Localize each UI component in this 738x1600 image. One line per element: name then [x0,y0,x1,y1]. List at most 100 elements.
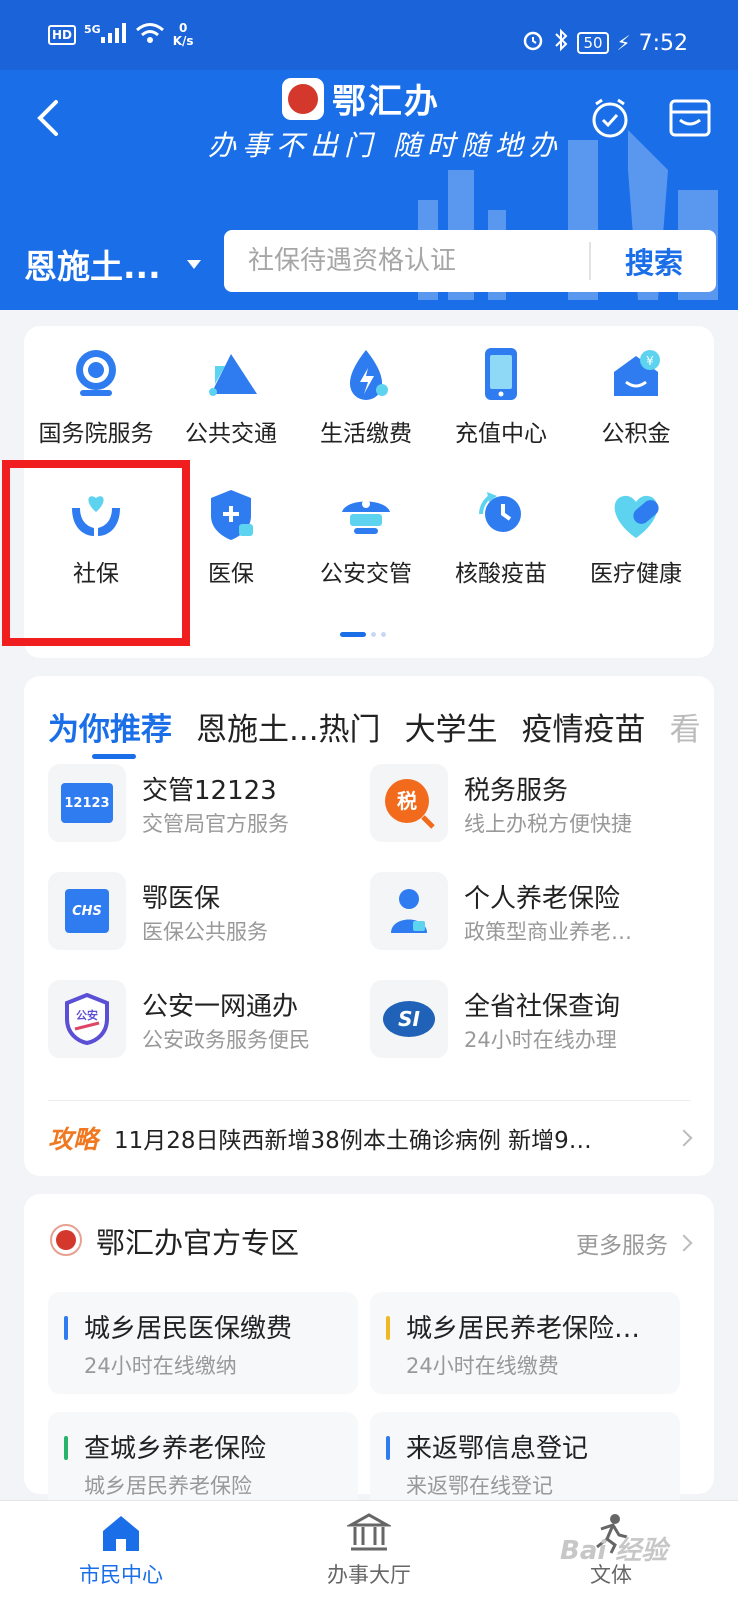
app-brand: 鄂汇办 [282,74,440,123]
tab-local-hot[interactable]: 恩施土...热门 [196,704,381,749]
recommend-tabs: 为你推荐 恩施土...热门 大学生 疫情疫苗 看 [48,704,708,749]
clock: 7:52 [638,30,688,56]
news-text: 11月28日陕西新增38例本土确诊病例 新增9… [114,1128,592,1154]
svg-text:¥: ¥ [646,354,654,368]
grid-item-transit[interactable]: 公共交通 [162,326,300,454]
divider [48,1100,690,1101]
tile-subtitle: 24小时在线缴纳 [84,1354,237,1378]
service-title: 税务服务 [464,776,569,806]
tab-epidemic[interactable]: 疫情疫苗 [522,704,646,749]
grid-item-label: 充值中心 [455,421,547,447]
search-button[interactable]: 搜索 [592,230,716,292]
chevron-right-icon [675,1234,693,1252]
jiaoguan-12123-icon: 12123 [48,764,126,842]
search-input[interactable] [248,230,568,292]
chevron-right-icon [675,1129,693,1147]
grid-item-label: 医疗健康 [590,561,682,587]
header: HD 5G 0 K/s 50 ⚡ 7:52 鄂汇办 办事不出门 随时随地办 恩施土… [0,0,738,310]
grid-item-label: 生活缴费 [320,421,412,447]
service-subtitle: 公安政务服务便民 [142,1028,310,1052]
police-shield-icon: 公安 [48,980,126,1058]
grid-item-label: 医保 [208,561,254,587]
tile-title: 城乡居民医保缴费 [84,1314,293,1344]
nav-service-hall[interactable]: 办事大厅 [294,1511,444,1589]
service-subtitle: 交管局官方服务 [142,812,289,836]
nav-citizen-center[interactable]: 市民中心 [46,1511,196,1589]
official-tile[interactable]: 城乡居民医保缴费 24小时在线缴纳 [48,1292,358,1394]
tile-accent [386,1316,390,1340]
hd-badge: HD [48,25,77,45]
service-tax[interactable]: 税 税务服务 线上办税方便快捷 [370,764,690,844]
service-police-online[interactable]: 公安 公安一网通办 公安政务服务便民 [48,980,368,1060]
grid-item-label: 核酸疫苗 [455,561,547,587]
tile-title: 城乡居民养老保险… [406,1314,641,1344]
service-title: 交管12123 [142,776,277,806]
police-traffic-icon [342,500,390,534]
tile-subtitle: 来返鄂在线登记 [406,1474,553,1498]
official-logo-icon [50,1224,82,1256]
grid-item-utility[interactable]: 生活缴费 [297,326,435,454]
nucleic-vaccine-icon [479,492,521,532]
alarm-icon [521,28,545,58]
service-title: 全省社保查询 [464,992,621,1022]
tab-more[interactable]: 看 [670,704,701,749]
service-jiaoguan[interactable]: 12123 交管12123 交管局官方服务 [48,764,368,844]
tab-for-you[interactable]: 为你推荐 [48,704,172,749]
battery-indicator: 50 [577,32,609,54]
svg-text:SI: SI [398,1007,420,1031]
page-indicator [340,632,386,637]
more-label: 更多服务 [576,1233,668,1259]
grid-item-nucleic-vaccine[interactable]: 核酸疫苗 [432,466,570,594]
signal-icon: 5G [84,23,127,47]
official-title: 鄂汇办官方专区 [96,1226,300,1260]
service-title: 个人养老保险 [464,884,621,914]
more-services-link[interactable]: 更多服务 [576,1226,693,1260]
svg-text:CHS: CHS [72,904,102,919]
grid-item-police-traffic[interactable]: 公安交管 [297,466,435,594]
grid-item-housing-fund[interactable]: ¥ 公积金 [567,326,705,454]
bluetooth-icon [553,28,569,58]
timer-check-icon[interactable] [588,96,632,140]
nav-label: 办事大厅 [327,1563,411,1587]
grid-item-health[interactable]: 医疗健康 [567,466,705,594]
housing-fund-icon: ¥ [614,350,660,396]
service-title: 公安一网通办 [142,992,299,1022]
phone-recharge-icon [485,348,517,400]
service-social-query[interactable]: SI 全省社保查询 24小时在线办理 [370,980,690,1060]
grid-item-recharge[interactable]: 充值中心 [432,326,570,454]
utility-icon [350,350,388,400]
city-name: 恩施土... [24,247,161,286]
official-tile[interactable]: 来返鄂信息登记 来返鄂在线登记 [370,1412,680,1514]
app-screen: HD 5G 0 K/s 50 ⚡ 7:52 鄂汇办 办事不出门 随时随地办 恩施土… [0,0,738,1600]
tab-students[interactable]: 大学生 [405,704,498,749]
hall-icon [347,1513,391,1551]
tile-title: 查城乡养老保险 [84,1434,267,1464]
official-zone: 鄂汇办官方专区 更多服务 城乡居民医保缴费 24小时在线缴纳 城乡居民养老保险…… [24,1194,714,1514]
grid-item-label: 国务院服务 [38,421,154,447]
official-tile[interactable]: 查城乡养老保险 城乡居民养老保险 [48,1412,358,1514]
news-ticker[interactable]: 攻略 11月28日陕西新增38例本土确诊病例 新增9… [48,1112,693,1164]
signal-label: 5G [84,23,101,36]
city-selector[interactable]: 恩施土... [24,240,201,288]
grid-item-label: 公安交管 [320,561,412,587]
dropdown-arrow-icon [186,259,201,269]
svg-text:公安: 公安 [76,1008,98,1022]
wallet-card-icon[interactable] [668,98,712,138]
news-tag: 攻略 [48,1125,99,1154]
service-title: 鄂医保 [142,884,221,914]
service-e-medical[interactable]: CHS 鄂医保 医保公共服务 [48,872,368,952]
speed-unit: K/s [172,34,194,48]
chs-icon: CHS [48,872,126,950]
grid-item-label: 公积金 [601,421,671,447]
net-speed: 0 K/s [173,22,194,48]
official-tile[interactable]: 城乡居民养老保险… 24小时在线缴费 [370,1292,680,1394]
charging-icon: ⚡ [616,31,631,55]
app-name: 鄂汇办 [332,82,440,122]
svg-text:税: 税 [397,789,417,813]
watermark: Bai 经验 [560,1536,668,1566]
service-pension[interactable]: 个人养老保险 政策型商业养老… [370,872,690,952]
grid-item-state-council[interactable]: 国务院服务 [27,326,165,454]
recommend-card: 为你推荐 恩施土...热门 大学生 疫情疫苗 看 12123 交管12123 交… [24,676,714,1176]
service-subtitle: 政策型商业养老… [464,920,632,944]
back-button[interactable] [30,96,70,140]
